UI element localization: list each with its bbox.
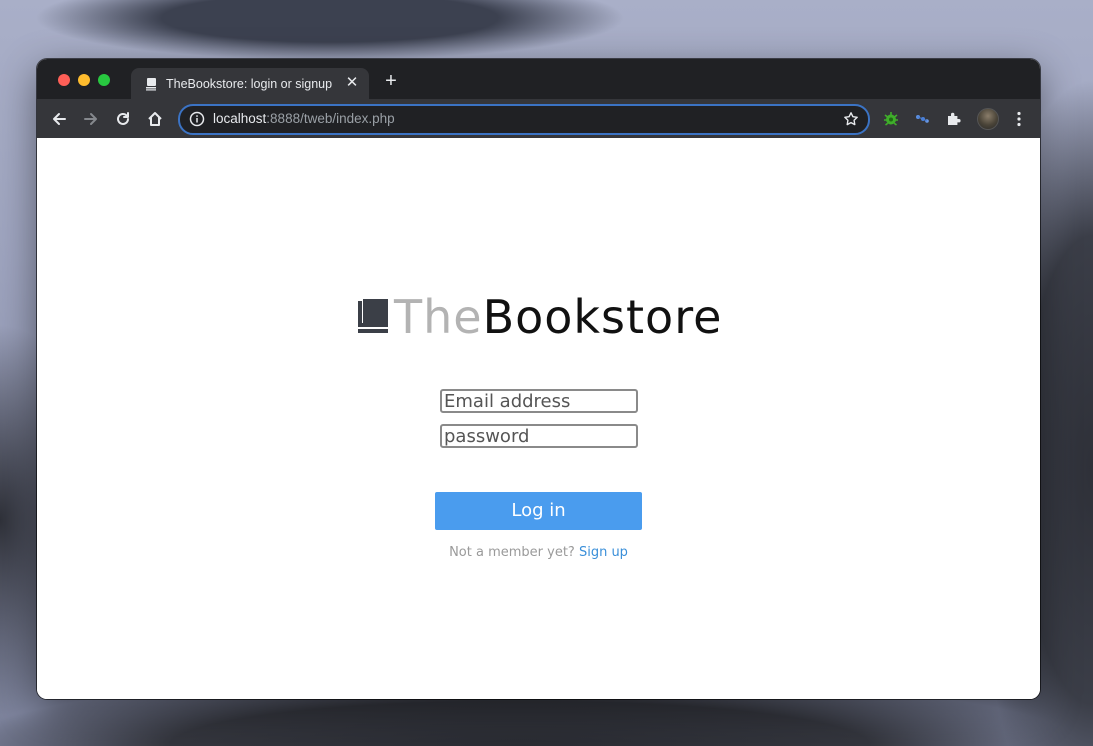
profile-avatar[interactable] [977,108,999,130]
signup-link[interactable]: Sign up [579,545,628,560]
bookmark-star-icon[interactable] [843,111,859,127]
url-path: :8888/tweb/index.php [266,111,395,126]
url-text[interactable]: localhost:8888/tweb/index.php [213,111,395,126]
new-tab-icon[interactable]: + [383,71,399,91]
browser-toolbar: localhost:8888/tweb/index.php [37,99,1040,138]
green-bug-extension-icon[interactable] [882,110,900,128]
logo-text-bookstore: Bookstore [482,290,723,344]
signup-prompt-text: Not a member yet? [449,545,575,560]
tab-title: TheBookstore: login or signup [166,77,333,91]
blue-extension-icon[interactable] [913,110,931,128]
forward-arrow-icon[interactable] [82,110,100,128]
window-maximize-button[interactable] [98,74,110,86]
logo-text-the: The [394,290,483,344]
browser-window: TheBookstore: login or signup ✕ + localh… [37,59,1040,699]
book-favicon-icon [146,78,156,91]
logo-text: TheBookstore [394,289,722,345]
puzzle-extensions-icon[interactable] [945,110,963,128]
page-content: TheBookstore Log in Not a member yet? Si… [37,138,1040,699]
address-bar[interactable]: localhost:8888/tweb/index.php [178,104,870,135]
info-icon[interactable] [189,111,205,127]
reload-icon[interactable] [114,110,132,128]
back-arrow-icon[interactable] [50,110,68,128]
window-minimize-button[interactable] [78,74,90,86]
signup-prompt: Not a member yet? Sign up [37,545,1040,560]
tab-close-icon[interactable]: ✕ [345,75,359,90]
book-logo-icon [358,299,388,333]
email-input[interactable] [440,389,638,413]
password-input[interactable] [440,424,638,448]
tab-bookstore[interactable]: TheBookstore: login or signup ✕ [131,68,369,99]
home-icon[interactable] [146,110,164,128]
login-button[interactable]: Log in [435,492,642,530]
url-host: localhost [213,111,267,126]
tab-bar: TheBookstore: login or signup ✕ + [37,59,1040,99]
window-close-button[interactable] [58,74,70,86]
more-menu-icon[interactable] [1012,110,1026,128]
